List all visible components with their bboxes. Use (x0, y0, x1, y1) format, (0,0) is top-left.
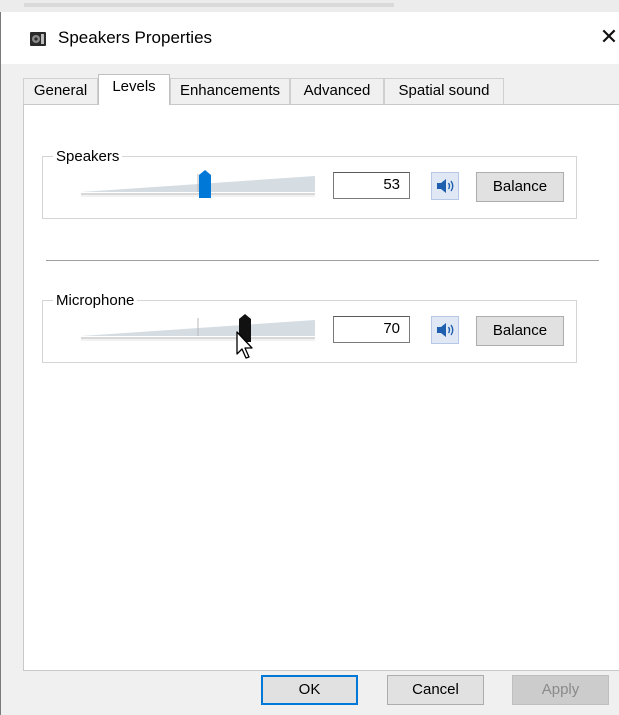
speakers-group: Speakers 53 Balance (42, 148, 577, 219)
speakers-balance-button[interactable]: Balance (476, 172, 564, 202)
microphone-label: Microphone (53, 292, 138, 310)
cancel-button[interactable]: Cancel (387, 675, 484, 705)
tab-advanced[interactable]: Advanced (290, 78, 384, 104)
microphone-slider-track (81, 314, 315, 342)
tab-general[interactable]: General (23, 78, 98, 104)
section-divider (46, 260, 599, 261)
speaker-icon (437, 323, 454, 337)
mouse-pointer-icon (236, 331, 253, 359)
speakers-level-input[interactable]: 53 (333, 172, 410, 199)
dialog-title: Speakers Properties (58, 28, 213, 47)
tab-spatial-sound[interactable]: Spatial sound (384, 78, 504, 104)
speakers-mute-button[interactable] (431, 172, 459, 200)
microphone-balance-button[interactable]: Balance (476, 316, 564, 346)
microphone-group: Microphone 70 Balance (42, 292, 577, 363)
speaker-icon (437, 179, 454, 193)
tab-enhancements[interactable]: Enhancements (170, 78, 290, 104)
speakers-volume-slider[interactable] (81, 170, 315, 200)
apply-button[interactable]: Apply (512, 675, 609, 705)
speakers-label: Speakers (53, 148, 123, 166)
microphone-level-input[interactable]: 70 (333, 316, 410, 343)
levels-panel: Speakers 53 Balance Microphone 70 Balanc… (23, 104, 619, 671)
speakers-slider-thumb[interactable] (199, 170, 211, 198)
speakers-slider-track (81, 170, 315, 198)
background-window-text (24, 3, 394, 7)
microphone-mute-button[interactable] (431, 316, 459, 344)
speaker-app-icon (30, 32, 46, 46)
speakers-properties-dialog: Speakers Properties ✕ General Levels Enh… (0, 12, 619, 715)
microphone-volume-slider[interactable] (81, 314, 315, 344)
ok-button[interactable]: OK (261, 675, 358, 705)
close-button[interactable]: ✕ (597, 22, 619, 52)
close-icon: ✕ (599, 24, 619, 49)
title-bar[interactable]: Speakers Properties ✕ (1, 12, 619, 64)
tab-levels[interactable]: Levels (98, 74, 170, 105)
